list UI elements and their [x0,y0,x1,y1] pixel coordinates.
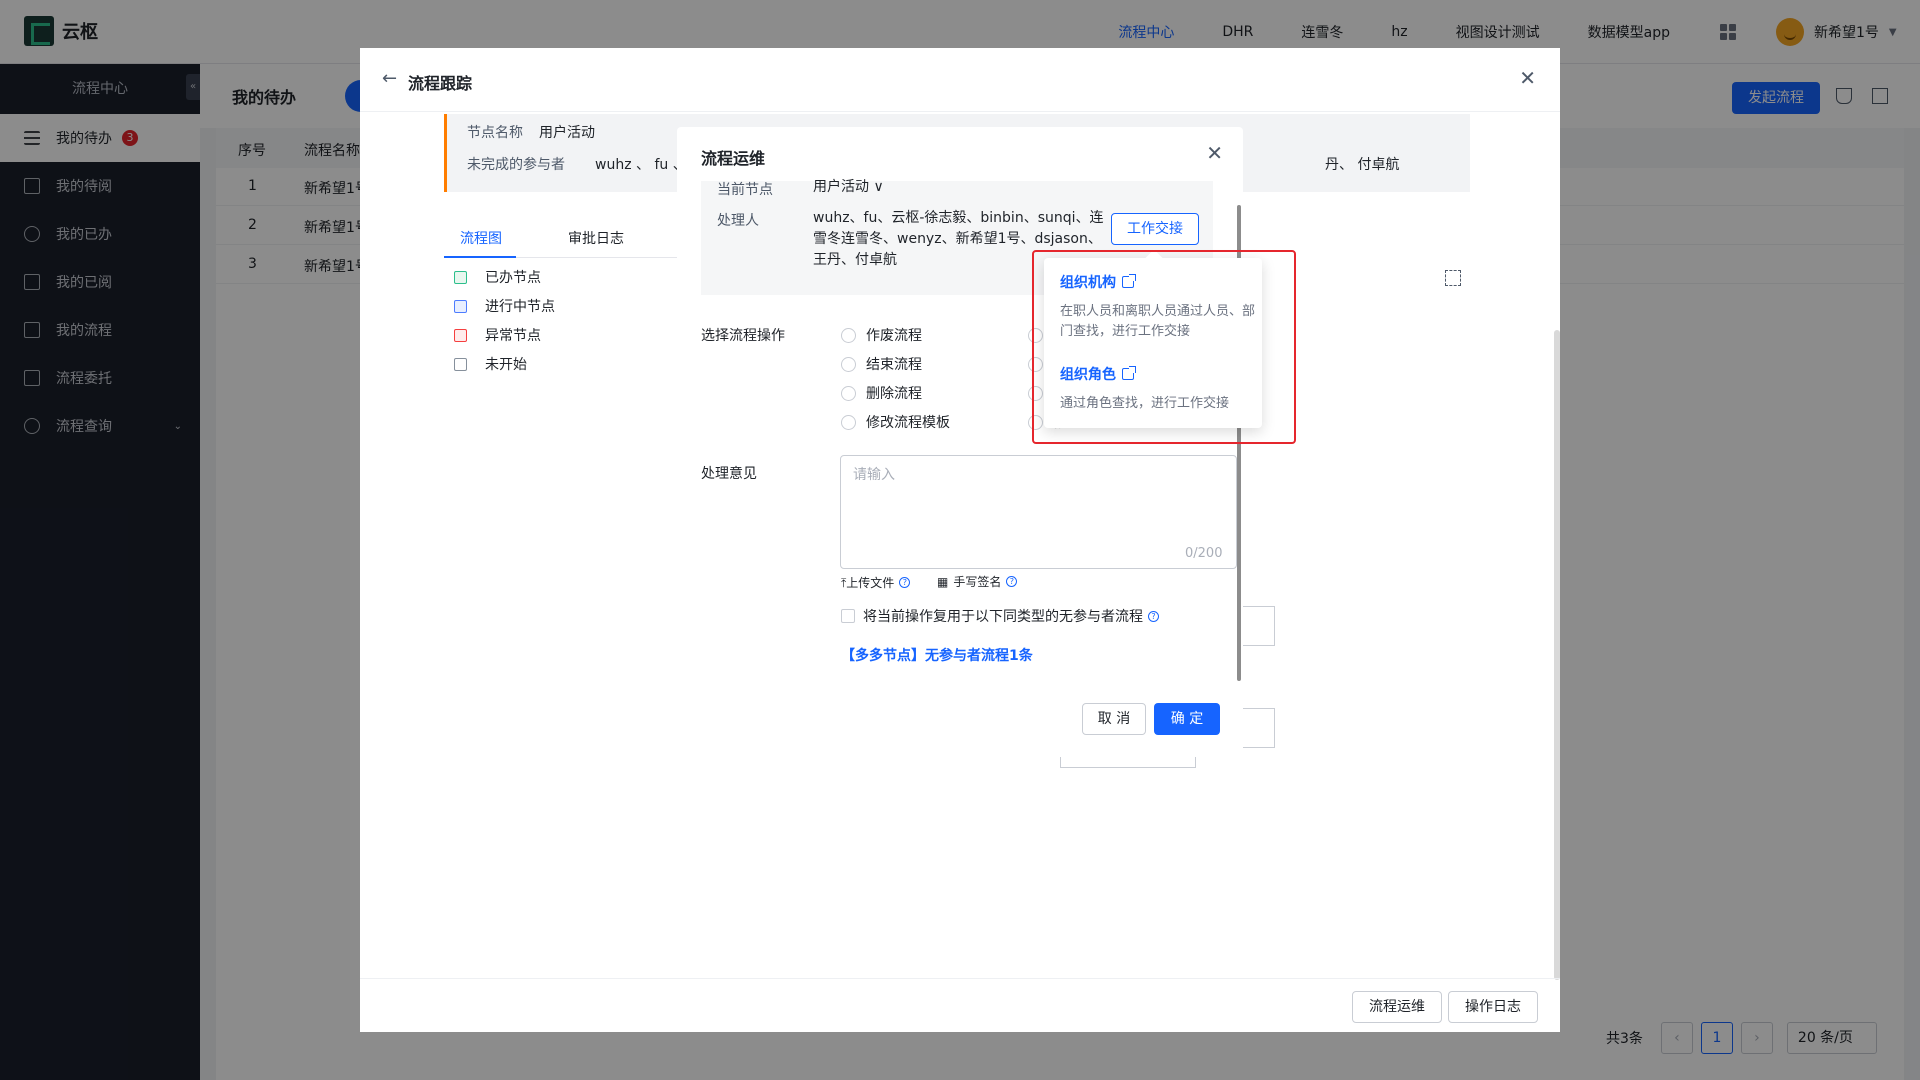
pending-value-right: 丹、 付卓航 [1325,157,1400,173]
handler-line-3: 王丹、付卓航 [813,252,897,268]
fullscreen-icon[interactable] [1445,270,1461,286]
legend-done: 已办节点 [454,267,541,287]
not-started-swatch [454,357,467,371]
current-node-value[interactable]: 用户活动 ∨ [813,177,884,198]
drawer-scrollbar[interactable] [1554,330,1560,980]
upload-file-link[interactable]: ⤒上传文件? [841,574,911,591]
modal-title: 流程运维 [701,149,766,168]
done-swatch [454,270,467,284]
in-progress-swatch [454,299,467,313]
radio-modify-template[interactable]: 修改流程模板 [841,412,950,432]
flow-ops-button[interactable]: 流程运维 [1352,991,1442,1023]
help-icon: ? [1006,576,1018,587]
close-icon[interactable]: ✕ [1206,141,1223,165]
handler-label: 处理人 [717,213,759,229]
legend-label: 已办节点 [485,270,541,286]
close-icon[interactable]: ✕ [1519,66,1536,90]
error-swatch [454,328,467,342]
legend-label: 进行中节点 [485,299,555,315]
pending-value-left: wuhz 、 fu 、 [595,157,687,173]
signature-link[interactable]: ▦ 手写签名? [937,573,1018,590]
back-arrow-icon[interactable]: ← [382,68,397,89]
handler-line-1: wuhz、fu、云枢-徐志毅、binbin、sunqi、连 [813,210,1104,226]
opinion-label: 处理意见 [701,466,757,482]
tab-ink-bar [444,256,516,258]
node-name-label: 节点名称 [467,125,523,141]
drawer-title: 流程跟踪 [408,74,473,93]
legend-not-started: 未开始 [454,354,527,374]
opinion-textarea[interactable] [840,455,1237,569]
legend-in-progress: 进行中节点 [454,296,555,316]
help-icon: ? [1148,610,1159,622]
char-counter: 0/200 [1185,546,1223,561]
legend-label: 未开始 [485,357,527,373]
radio-delete-flow[interactable]: 删除流程 [841,383,922,403]
node-name-value: 用户活动 [539,125,595,141]
work-transfer-button[interactable]: 工作交接 [1111,213,1199,245]
radio-void-flow[interactable]: 作废流程 [841,325,922,345]
handler-line-2: 雪冬连雪冬、wenyz、新希望1号、dsjason、 [813,231,1102,247]
drawer-header: ← 流程跟踪 ✕ [360,48,1560,112]
radio-end-flow[interactable]: 结束流程 [841,354,922,374]
help-icon: ? [899,577,911,588]
legend-label: 异常节点 [485,328,541,344]
operation-log-button[interactable]: 操作日志 [1448,991,1538,1023]
no-participant-flow-link[interactable]: 【多多节点】无参与者流程1条 [841,645,1033,665]
drawer-footer: 流程运维 操作日志 [360,978,1560,1032]
tab-approval-log[interactable]: 审批日志 [568,228,624,248]
confirm-button[interactable]: 确 定 [1154,703,1220,735]
operation-label: 选择流程操作 [701,328,785,344]
legend-error: 异常节点 [454,325,541,345]
qr-icon: ▦ [937,574,949,589]
tab-flow-chart[interactable]: 流程图 [460,228,502,248]
reuse-checkbox[interactable]: 将当前操作复用于以下同类型的无参与者流程? [841,606,1159,626]
current-node-label: 当前节点 [717,182,773,198]
highlight-box [1032,250,1296,444]
cancel-button[interactable]: 取 消 [1082,703,1146,735]
pending-label: 未完成的参与者 [467,157,565,173]
